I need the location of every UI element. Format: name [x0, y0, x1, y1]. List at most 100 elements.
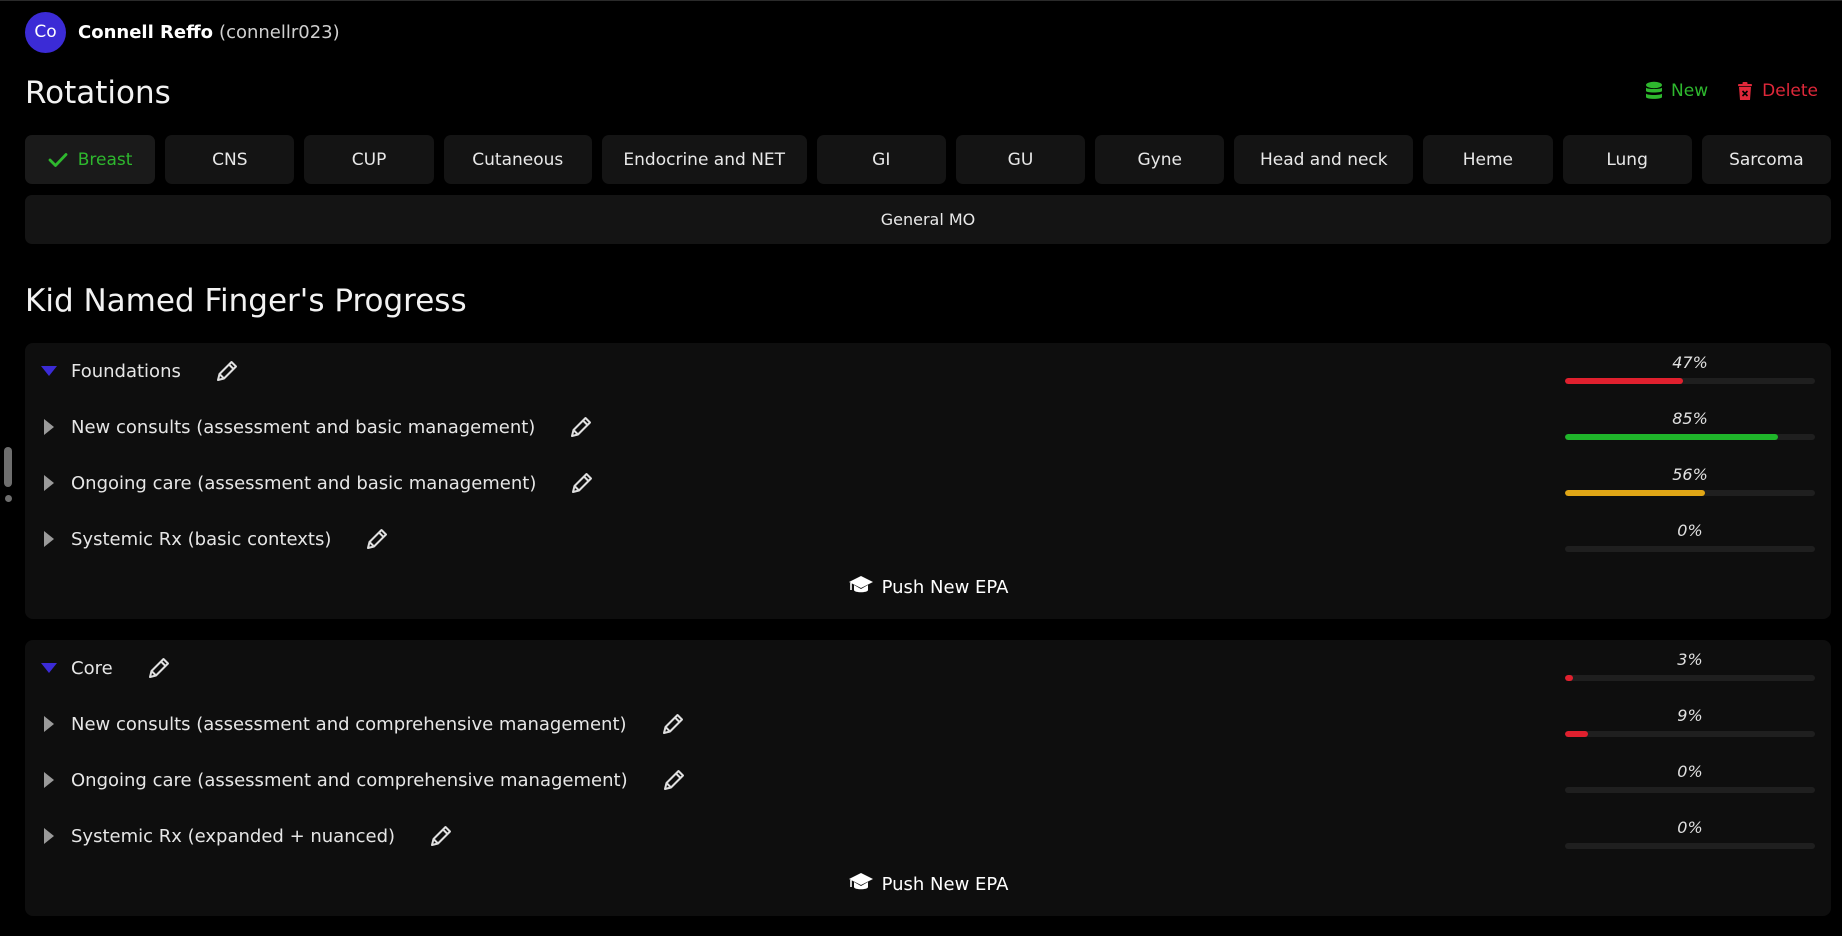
tab-sarcoma[interactable]: Sarcoma — [1701, 135, 1831, 184]
caret-down-icon[interactable] — [39, 658, 59, 678]
progress-bar: 0% — [1565, 816, 1815, 856]
tab-endocrine-and-net[interactable]: Endocrine and NET — [601, 135, 807, 184]
progress-bar: 85% — [1565, 407, 1815, 447]
progress-percent: 47% — [1672, 353, 1708, 372]
tab-label: CNS — [212, 149, 248, 170]
epa-label: Ongoing care (assessment and comprehensi… — [71, 769, 628, 791]
progress-track — [1565, 843, 1815, 849]
tab-label: GI — [872, 149, 891, 170]
tab-lung[interactable]: Lung — [1562, 135, 1692, 184]
progress-fill — [1565, 434, 1778, 440]
progress-title: Kid Named Finger's Progress — [25, 283, 467, 319]
caret-right-icon[interactable] — [39, 473, 59, 493]
tab-label: Gyne — [1137, 149, 1182, 170]
pencil-icon[interactable] — [568, 469, 596, 497]
delete-button[interactable]: Delete — [1736, 81, 1818, 101]
tab-gu[interactable]: GU — [955, 135, 1086, 184]
epa-row: Systemic Rx (expanded + nuanced) 0% — [25, 808, 1831, 864]
delete-button-label: Delete — [1762, 81, 1818, 101]
progress-track — [1565, 787, 1815, 793]
progress-track — [1565, 378, 1815, 384]
epa-label: Ongoing care (assessment and basic manag… — [71, 472, 537, 494]
tab-label: Sarcoma — [1729, 149, 1804, 170]
trash-icon — [1736, 81, 1754, 101]
push-new-epa-button[interactable]: Push New EPA — [25, 868, 1831, 900]
progress-percent: 0% — [1677, 818, 1703, 837]
progress-track — [1565, 675, 1815, 681]
pencil-icon[interactable] — [567, 413, 595, 441]
epa-row: Ongoing care (assessment and comprehensi… — [25, 752, 1831, 808]
section-header-row: Core 3% — [25, 640, 1831, 696]
pencil-icon[interactable] — [363, 525, 391, 553]
caret-down-icon[interactable] — [39, 361, 59, 381]
graduation-cap-icon — [848, 872, 874, 897]
progress-percent: 0% — [1677, 521, 1703, 540]
user-handle: (connellr023) — [219, 21, 340, 43]
pencil-icon[interactable] — [660, 766, 688, 794]
epa-label: New consults (assessment and comprehensi… — [71, 713, 627, 735]
tab-label: CUP — [351, 149, 387, 170]
progress-percent: 9% — [1677, 706, 1703, 725]
page-title: Rotations — [25, 75, 171, 111]
tab-label: Heme — [1462, 149, 1514, 170]
tab-label: GU — [1007, 149, 1034, 170]
progress-percent: 85% — [1672, 409, 1708, 428]
progress-bar: 56% — [1565, 463, 1815, 503]
tab-label: General MO — [880, 210, 976, 229]
tab-general-mo[interactable]: General MO — [25, 195, 1831, 244]
progress-track — [1565, 434, 1815, 440]
app-page: Co Connell Reffo (connellr023) Rotations… — [0, 0, 1842, 936]
database-icon — [1645, 81, 1663, 101]
push-new-epa-label: Push New EPA — [881, 873, 1009, 895]
tab-head-and-neck[interactable]: Head and neck — [1234, 135, 1414, 184]
progress-fill — [1565, 731, 1588, 737]
section-title: Foundations — [71, 360, 181, 382]
progress-bar: 47% — [1565, 351, 1815, 391]
avatar[interactable]: Co — [25, 11, 66, 53]
section-title: Core — [71, 657, 113, 679]
progress-percent: 3% — [1677, 650, 1703, 669]
user-name: Connell Reffo — [78, 21, 214, 43]
progress-bar: 0% — [1565, 760, 1815, 800]
pencil-icon[interactable] — [213, 357, 241, 385]
rotation-tabs: Breast CNS CUP Cutaneous Endocrine and N… — [25, 135, 1831, 184]
progress-fill — [1565, 490, 1705, 496]
tab-gi[interactable]: GI — [816, 135, 946, 184]
caret-right-icon[interactable] — [39, 417, 59, 437]
epa-label: New consults (assessment and basic manag… — [71, 416, 536, 438]
tab-heme[interactable]: Heme — [1423, 135, 1553, 184]
tab-breast[interactable]: Breast — [25, 135, 156, 184]
epa-row: New consults (assessment and basic manag… — [25, 399, 1831, 455]
new-button[interactable]: New — [1645, 81, 1708, 101]
header-actions: New Delete — [1645, 81, 1818, 101]
tab-cup[interactable]: CUP — [304, 135, 434, 184]
caret-right-icon[interactable] — [39, 529, 59, 549]
tab-gyne[interactable]: Gyne — [1095, 135, 1225, 184]
progress-fill — [1565, 378, 1683, 384]
epa-label: Systemic Rx (expanded + nuanced) — [71, 825, 396, 847]
progress-track — [1565, 490, 1815, 496]
tab-label: Cutaneous — [472, 149, 564, 170]
graduation-cap-icon — [848, 575, 874, 600]
scrollbar-dot — [5, 495, 12, 502]
pencil-icon[interactable] — [427, 822, 455, 850]
epa-label: Systemic Rx (basic contexts) — [71, 528, 332, 550]
tab-label: Breast — [77, 149, 133, 170]
caret-right-icon[interactable] — [39, 714, 59, 734]
epa-row: Systemic Rx (basic contexts) 0% — [25, 511, 1831, 567]
section-header-row: Foundations 47% — [25, 343, 1831, 399]
caret-right-icon[interactable] — [39, 826, 59, 846]
caret-right-icon[interactable] — [39, 770, 59, 790]
progress-bar: 0% — [1565, 519, 1815, 559]
push-new-epa-button[interactable]: Push New EPA — [25, 571, 1831, 603]
user-header: Co Connell Reffo (connellr023) — [25, 11, 340, 53]
progress-bar: 3% — [1565, 648, 1815, 688]
tab-cutaneous[interactable]: Cutaneous — [443, 135, 592, 184]
pencil-icon[interactable] — [659, 710, 687, 738]
progress-track — [1565, 546, 1815, 552]
tab-label: Lung — [1606, 149, 1648, 170]
tab-cns[interactable]: CNS — [165, 135, 295, 184]
push-new-epa-label: Push New EPA — [881, 576, 1009, 598]
pencil-icon[interactable] — [145, 654, 173, 682]
scrollbar-handle[interactable] — [4, 447, 12, 487]
